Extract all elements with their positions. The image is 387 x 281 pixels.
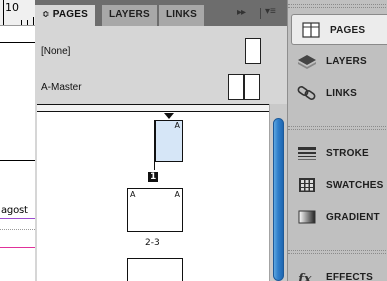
page-edge-line <box>0 42 35 43</box>
page-number-current[interactable]: 1 <box>148 172 159 182</box>
dock-item-pages[interactable]: PAGES <box>291 14 387 45</box>
bleed-guide <box>0 247 35 248</box>
insertion-marker-icon <box>164 113 174 119</box>
tab-caret-icon: ≎ <box>42 9 50 19</box>
ruler-tick <box>33 17 34 25</box>
document-text: agost <box>1 205 28 216</box>
tab-label: PAGES <box>52 9 89 20</box>
svg-text:fx: fx <box>297 272 312 281</box>
spread-right-thumbnail-icon <box>244 74 260 100</box>
dock-item-effects[interactable]: fx EFFECTS <box>288 262 387 281</box>
dock-item-label: PAGES <box>330 25 366 36</box>
master-none[interactable]: [None] <box>35 34 267 70</box>
panel-tab-bar: ≎ PAGES LAYERS LINKS ▸▸ ▾≡ <box>35 0 287 26</box>
dock-item-label: EFFECTS <box>326 272 373 281</box>
tab-bar-separator <box>260 8 261 19</box>
dock-item-stroke[interactable]: STROKE <box>288 138 387 169</box>
dock-grip[interactable] <box>288 4 387 8</box>
dock-item-label: STROKE <box>326 148 369 159</box>
effects-icon: fx <box>297 272 312 281</box>
swatches-icon <box>299 178 315 192</box>
single-page-thumbnail-icon <box>245 38 261 64</box>
dock-item-label: SWATCHES <box>326 180 384 191</box>
page-edge-line <box>0 160 35 161</box>
dock-group-separator[interactable] <box>288 126 387 130</box>
ruler-tick <box>21 20 22 25</box>
master-letter: A <box>130 190 136 199</box>
pages-icon <box>302 22 320 38</box>
page-3-thumbnail[interactable]: A <box>155 188 183 232</box>
stroke-icon <box>298 147 316 160</box>
master-label: [None] <box>41 46 71 57</box>
gradient-icon <box>298 210 316 224</box>
master-letter: A <box>174 190 180 199</box>
layers-icon <box>298 55 316 69</box>
baseline-guide <box>0 229 35 230</box>
page-2-thumbnail[interactable]: A <box>127 188 155 232</box>
tab-layers[interactable]: LAYERS <box>102 5 158 26</box>
next-spread-thumbnail[interactable] <box>127 258 183 281</box>
page-1-thumbnail[interactable]: A <box>155 120 183 162</box>
margin-guide <box>0 218 35 219</box>
tab-label: LAYERS <box>109 9 150 20</box>
tab-links[interactable]: LINKS <box>159 5 205 26</box>
ruler-number: 10 <box>5 1 19 14</box>
pages-scrollbar[interactable] <box>269 104 287 281</box>
masters-pages-divider[interactable] <box>37 104 269 112</box>
ruler-tick <box>3 0 4 25</box>
ruler-tick <box>27 20 28 25</box>
master-letter: A <box>174 121 180 130</box>
dock-item-label: LINKS <box>326 88 357 99</box>
dock-item-swatches[interactable]: SWATCHES <box>288 170 387 201</box>
links-icon <box>297 86 316 100</box>
pages-list[interactable]: A 1 A A 2-3 <box>37 112 269 281</box>
horizontal-ruler: 10 <box>0 0 35 26</box>
document-canvas[interactable]: 10 agost <box>0 0 35 281</box>
tab-pages[interactable]: ≎ PAGES <box>35 5 97 26</box>
master-a[interactable]: A-Master <box>35 70 267 106</box>
dock-item-label: LAYERS <box>326 56 367 67</box>
collapse-panel-icon[interactable]: ▸▸ <box>237 7 246 18</box>
dock-item-layers[interactable]: LAYERS <box>288 46 387 77</box>
spread-left-thumbnail-icon <box>228 74 244 100</box>
spread-number[interactable]: 2-3 <box>145 238 160 248</box>
panel-dock: PAGES LAYERS LINKS STROKE SWATCHES GRADI… <box>287 0 387 281</box>
pages-panel: ≎ PAGES LAYERS LINKS ▸▸ ▾≡ [None] A-Mast… <box>35 0 287 281</box>
panel-menu-icon[interactable]: ▾≡ <box>265 6 276 17</box>
dock-item-links[interactable]: LINKS <box>288 78 387 109</box>
master-label: A-Master <box>41 82 82 93</box>
tab-label: LINKS <box>166 9 197 20</box>
scrollbar-thumb[interactable] <box>273 118 284 281</box>
dock-group-separator[interactable] <box>288 250 387 254</box>
dock-item-gradient[interactable]: GRADIENT <box>288 202 387 233</box>
dock-item-label: GRADIENT <box>326 212 380 223</box>
